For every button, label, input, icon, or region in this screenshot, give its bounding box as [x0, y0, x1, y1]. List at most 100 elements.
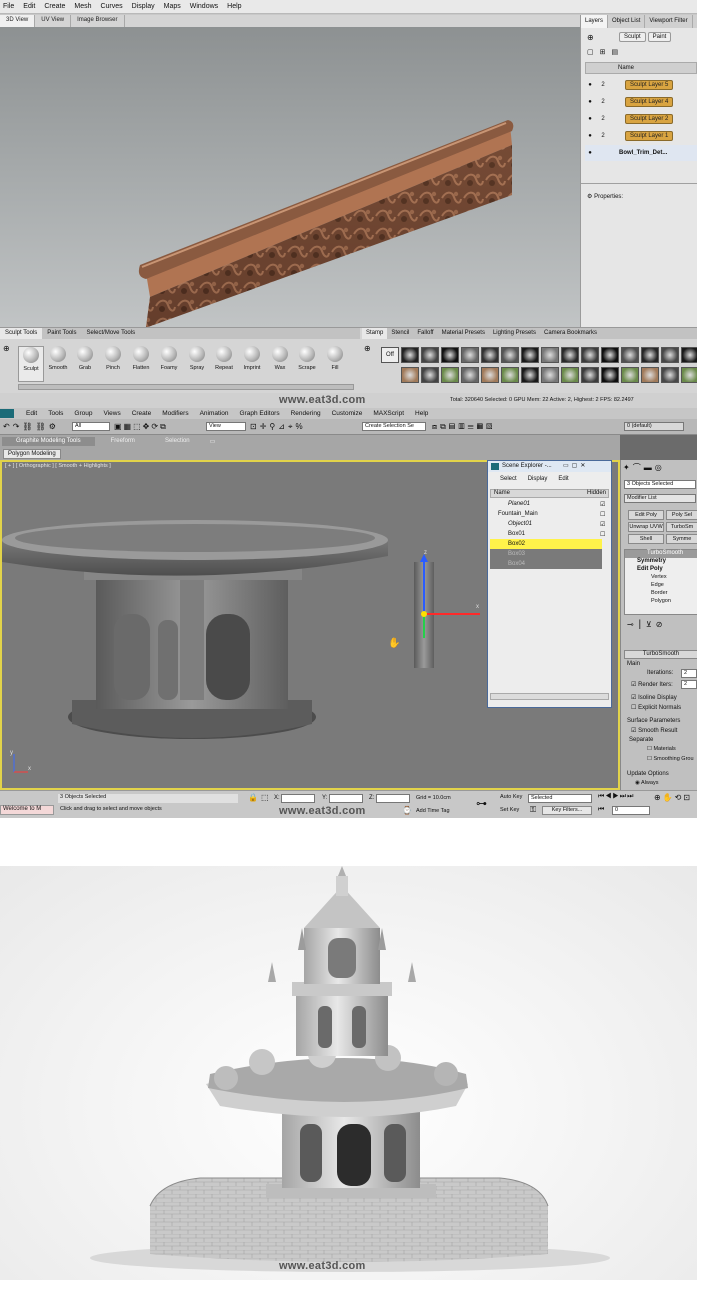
- modifier-stack[interactable]: TurboSmooth Symmetry Edit Poly Vertex Ed…: [624, 549, 697, 615]
- stack-vertex[interactable]: Vertex: [625, 574, 697, 582]
- x-coordinate-field[interactable]: [281, 794, 315, 803]
- render-iters-row[interactable]: ☑ Render Iters:: [631, 681, 673, 688]
- stamp-thumbnail[interactable]: [661, 347, 679, 363]
- scene-row[interactable]: Plane01 ☑: [490, 499, 605, 509]
- menu-mesh[interactable]: Mesh: [74, 3, 91, 10]
- mirror-align-icons[interactable]: ⧈⧉▤▥☰▦▧: [432, 422, 495, 432]
- help-icon[interactable]: ⊕: [587, 33, 594, 42]
- y-coordinate-field[interactable]: [329, 794, 363, 803]
- tab-selection[interactable]: Selection: [151, 437, 204, 446]
- stamp-thumbnail[interactable]: [561, 347, 579, 363]
- command-panel-tabs-icons[interactable]: ✦⌒▬◎: [623, 462, 665, 473]
- add-time-tag[interactable]: Add Time Tag: [416, 808, 450, 814]
- always-radio[interactable]: ◉: [635, 780, 640, 786]
- tool-imprint[interactable]: Imprint: [239, 346, 265, 371]
- shell-button[interactable]: Shell: [628, 534, 664, 544]
- tab-viewport-filter[interactable]: Viewport Filter: [645, 15, 693, 28]
- snap-icons[interactable]: ⊡✛⚲⊿⌖%: [250, 422, 306, 432]
- tool-flatten[interactable]: Flatten: [128, 346, 154, 371]
- tab-stamp[interactable]: Stamp: [362, 328, 388, 339]
- tab-sculpt-tools[interactable]: Sculpt Tools: [0, 328, 43, 339]
- stamp-thumbnail[interactable]: [481, 347, 499, 363]
- selection-filter-dropdown[interactable]: All: [72, 422, 110, 431]
- stack-edit-poly[interactable]: Edit Poly: [625, 566, 697, 574]
- stamp-thumbnail[interactable]: [621, 347, 639, 363]
- render-iters-checkbox[interactable]: ☑: [631, 682, 636, 688]
- stamp-thumbnail[interactable]: [421, 347, 439, 363]
- explicit-normals-checkbox[interactable]: ☐: [631, 705, 636, 711]
- scene-row-selected[interactable]: Box02: [490, 539, 602, 549]
- hidden-checkbox[interactable]: ☐: [600, 511, 605, 518]
- tab-select-move-tools[interactable]: Select/Move Tools: [82, 328, 141, 339]
- smoothing-groups-checkbox[interactable]: ☐: [647, 756, 652, 762]
- toolbar-icons[interactable]: ↶↷⛓⛓⚙: [3, 422, 59, 431]
- tool-sculpt[interactable]: Sculpt: [18, 346, 44, 382]
- tab-falloff[interactable]: Falloff: [413, 328, 437, 339]
- menu-animation[interactable]: Animation: [200, 410, 229, 417]
- tool-fill[interactable]: Fill: [322, 346, 348, 371]
- turbosmooth-rollout[interactable]: TurboSmooth: [624, 650, 697, 659]
- menu-file[interactable]: File: [3, 3, 14, 10]
- layer-dropdown[interactable]: 0 (default): [624, 422, 684, 431]
- edit-poly-button[interactable]: Edit Poly: [628, 510, 664, 520]
- visibility-icon[interactable]: ●: [585, 116, 595, 122]
- stamp-thumbnail[interactable]: [601, 367, 619, 383]
- visibility-icon[interactable]: ●: [585, 133, 595, 139]
- stack-symmetry[interactable]: Symmetry: [625, 558, 697, 566]
- stamp-thumbnail[interactable]: [501, 367, 519, 383]
- stamp-off-button[interactable]: Off: [381, 347, 399, 363]
- menu-maps[interactable]: Maps: [164, 3, 181, 10]
- set-key-button[interactable]: Set Key: [500, 807, 519, 813]
- menu-rendering[interactable]: Rendering: [291, 410, 321, 417]
- menu-modifiers[interactable]: Modifiers: [162, 410, 188, 417]
- menu-select[interactable]: Select: [500, 476, 517, 482]
- polygon-modeling-panel[interactable]: Polygon Modeling: [3, 449, 61, 459]
- stamp-thumbnail[interactable]: [561, 367, 579, 383]
- menu-help[interactable]: Help: [415, 410, 428, 417]
- visibility-icon[interactable]: ●: [585, 82, 595, 88]
- menu-edit[interactable]: Edit: [558, 476, 568, 482]
- tab-object-list[interactable]: Object List: [608, 15, 646, 28]
- stamp-thumbnail[interactable]: [641, 367, 659, 383]
- isoline-row[interactable]: ☑ Isoline Display: [631, 694, 677, 701]
- materials-checkbox[interactable]: ☐: [647, 746, 652, 752]
- tool-repeat[interactable]: Repeat: [211, 346, 237, 371]
- stamp-thumbnail[interactable]: [441, 347, 459, 363]
- smoothing-groups-row[interactable]: ☐ Smoothing Grou: [647, 756, 694, 762]
- stamp-thumbnail[interactable]: [401, 347, 419, 363]
- hidden-checkbox[interactable]: ☑: [600, 501, 605, 508]
- stamp-thumbnail[interactable]: [581, 347, 599, 363]
- scene-horizontal-scrollbar[interactable]: [490, 693, 609, 700]
- stamp-thumbnail[interactable]: [501, 347, 519, 363]
- select-tool-icons[interactable]: ▣▦⬚✥⟳⧉: [114, 422, 168, 432]
- layer-row[interactable]: ● 2 Sculpt Layer 2: [585, 111, 697, 127]
- stamp-thumbnail[interactable]: [541, 367, 559, 383]
- layer-name[interactable]: Sculpt Layer 1: [625, 131, 674, 141]
- modifier-list-dropdown[interactable]: Modifier List: [624, 494, 696, 503]
- tab-image-browser[interactable]: Image Browser: [71, 15, 125, 27]
- layer-name[interactable]: Sculpt Layer 5: [625, 80, 674, 90]
- stamp-thumbnail[interactable]: [441, 367, 459, 383]
- ribbon-dropdown-icon[interactable]: ▭: [206, 437, 220, 446]
- playback-controls-icons[interactable]: ⏮◀▶⏭⏭: [598, 793, 634, 801]
- key-icon[interactable]: ⊶: [476, 797, 487, 810]
- explicit-normals-row[interactable]: ☐ Explicit Normals: [631, 704, 681, 711]
- menu-create[interactable]: Create: [44, 3, 65, 10]
- stamp-thumbnail[interactable]: [681, 347, 697, 363]
- hidden-checkbox[interactable]: ☐: [600, 531, 605, 538]
- tool-smooth[interactable]: Smooth: [45, 346, 71, 371]
- key-filters-button[interactable]: Key Filters...: [542, 806, 592, 815]
- hidden-checkbox[interactable]: ☑: [600, 521, 605, 528]
- stack-turbosmooth[interactable]: TurboSmooth: [625, 550, 697, 558]
- tool-pinch[interactable]: Pinch: [100, 346, 126, 371]
- tab-lighting-presets[interactable]: Lighting Presets: [489, 328, 540, 339]
- z-coordinate-field[interactable]: [376, 794, 410, 803]
- tool-spray[interactable]: Spray: [184, 346, 210, 371]
- frame-mode-icon[interactable]: ⏮: [598, 806, 604, 814]
- stack-polygon[interactable]: Polygon: [625, 598, 697, 606]
- tab-paint-tools[interactable]: Paint Tools: [42, 328, 81, 339]
- window-controls-icons[interactable]: ▭▢✕: [563, 462, 588, 469]
- menu-customize[interactable]: Customize: [332, 410, 363, 417]
- layer-name[interactable]: Sculpt Layer 2: [625, 114, 674, 124]
- menu-group[interactable]: Group: [74, 410, 92, 417]
